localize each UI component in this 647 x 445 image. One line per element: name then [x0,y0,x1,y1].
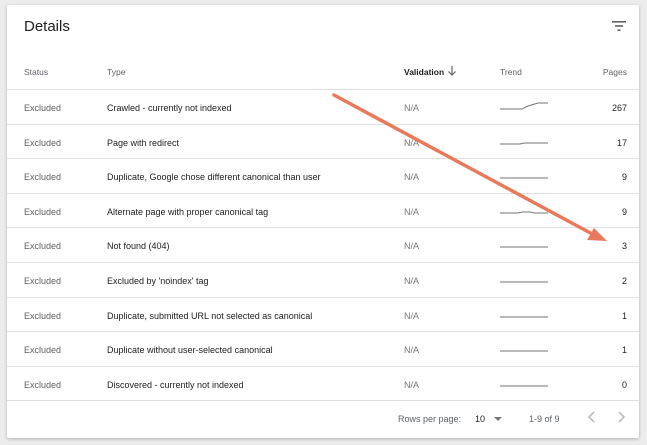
row-validation: N/A [404,345,420,356]
chevron-left-icon[interactable] [585,410,599,424]
row-pages: 1 [621,310,627,321]
row-status: Excluded [24,206,62,217]
row-type: Discovered - currently not indexed [107,379,244,390]
row-pages: 17 [616,137,627,148]
rows-per-page-label: Rows per page: [398,414,462,424]
chevron-right-icon[interactable] [614,410,628,424]
row-validation: N/A [404,276,420,286]
arrow-down-icon[interactable] [447,65,457,77]
table-row[interactable]: Excluded Page with redirect N/A 17 [7,125,639,160]
row-status: Excluded [24,310,62,321]
trend-sparkline [500,142,548,145]
pagination-range: 1-9 of 9 [529,414,560,424]
row-pages: 9 [621,206,627,217]
table-row[interactable]: Excluded Duplicate without user-selected … [7,332,639,367]
row-validation: N/A [404,206,420,217]
trend-sparkline [500,281,548,283]
col-header-trend[interactable]: Trend [500,67,522,77]
row-validation: N/A [404,137,420,148]
row-divider [7,400,639,402]
trend-sparkline [500,350,548,352]
trend-sparkline [500,316,548,318]
col-header-type[interactable]: Type [107,67,125,77]
details-card: Details Status Type Validation Trend Pag… [7,5,639,438]
row-type: Duplicate, Google chose different canoni… [107,172,321,183]
row-type: Page with redirect [107,137,180,148]
row-status: Excluded [24,379,62,390]
row-validation: N/A [404,172,420,183]
row-validation: N/A [404,241,420,252]
col-header-validation[interactable]: Validation [404,67,444,77]
row-type: Duplicate without user-selected canonica… [107,345,273,356]
trend-sparkline [500,102,548,110]
row-type: Excluded by 'noindex' tag [107,276,209,286]
filter-icon[interactable] [611,19,627,33]
row-status: Excluded [24,172,62,183]
trend-sparkline [500,177,548,179]
trend-sparkline [500,246,548,248]
table-row[interactable]: Excluded Alternate page with proper canon… [7,194,639,229]
row-validation: N/A [404,379,420,390]
row-pages: 267 [611,103,627,113]
table-row[interactable]: Excluded Not found (404) N/A 3 [7,228,639,263]
row-type: Crawled - currently not indexed [107,103,232,113]
table-row[interactable]: Excluded Crawled - currently not indexed N… [7,90,639,125]
row-status: Excluded [24,103,62,113]
row-pages: 1 [621,345,627,356]
row-type: Not found (404) [107,241,170,252]
row-pages: 3 [621,241,627,252]
dropdown-icon[interactable] [494,416,502,422]
table-row[interactable]: Excluded Excluded by 'noindex' tag N/A 2 [7,263,639,298]
table-row[interactable]: Excluded Duplicate, submitted URL not sel… [7,298,639,333]
row-pages: 2 [621,276,627,286]
table-row[interactable]: Excluded Duplicate, Google chose differen… [7,159,639,194]
trend-sparkline [500,385,548,387]
row-pages: 9 [621,172,627,183]
row-status: Excluded [24,137,62,148]
table-row[interactable]: Excluded Discovered - currently not index… [7,367,639,402]
trend-sparkline [500,211,548,214]
col-header-pages[interactable]: Pages [603,67,627,77]
row-pages: 0 [621,379,627,390]
row-status: Excluded [24,345,62,356]
rows-per-page-select[interactable]: 10 [475,414,485,424]
row-status: Excluded [24,241,62,252]
row-status: Excluded [24,276,62,286]
row-type: Duplicate, submitted URL not selected as… [107,310,313,321]
card-title: Details [24,18,70,35]
col-header-status[interactable]: Status [24,67,48,77]
row-validation: N/A [404,103,420,113]
row-type: Alternate page with proper canonical tag [107,206,269,217]
row-validation: N/A [404,310,420,321]
